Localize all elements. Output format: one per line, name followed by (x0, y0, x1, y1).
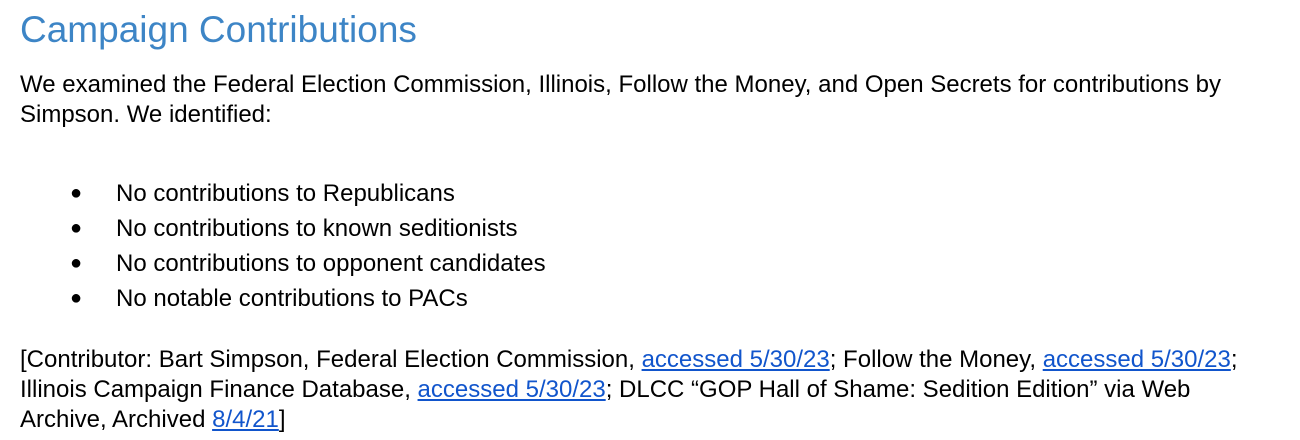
sources-text: ] (278, 406, 286, 433)
findings-list: ● No contributions to Republicans ● No c… (20, 176, 1282, 316)
bullet-icon: ● (70, 182, 83, 204)
follow-the-money-link[interactable]: accessed 5/30/23 (1043, 346, 1231, 373)
list-item: ● No contributions to known seditionists (20, 211, 1282, 246)
list-item: ● No notable contributions to PACs (20, 281, 1282, 316)
sources-text: ; Follow the Money, (829, 346, 1043, 373)
intro-paragraph: We examined the Federal Election Commiss… (20, 71, 1222, 128)
sources-paragraph: [Contributor: Bart Simpson, Federal Elec… (20, 345, 1282, 435)
bullet-icon: ● (70, 287, 83, 309)
web-archive-link[interactable]: 8/4/21 (212, 406, 279, 433)
bullet-icon: ● (70, 252, 83, 274)
sources-text: [Contributor: Bart Simpson, Federal Elec… (20, 346, 642, 373)
list-item-text: No notable contributions to PACs (116, 285, 468, 312)
bullet-icon: ● (70, 217, 83, 239)
list-item: ● No contributions to opponent candidate… (20, 246, 1282, 281)
document-body: Campaign Contributions We examined the F… (20, 0, 1282, 435)
section-heading: Campaign Contributions (20, 9, 417, 50)
list-item-text: No contributions to known seditionists (116, 215, 518, 242)
fec-link[interactable]: accessed 5/30/23 (642, 346, 830, 373)
illinois-finance-link[interactable]: accessed 5/30/23 (418, 376, 606, 403)
list-item-text: No contributions to opponent candidates (116, 250, 546, 277)
list-item-text: No contributions to Republicans (116, 180, 455, 207)
list-item: ● No contributions to Republicans (20, 176, 1282, 211)
